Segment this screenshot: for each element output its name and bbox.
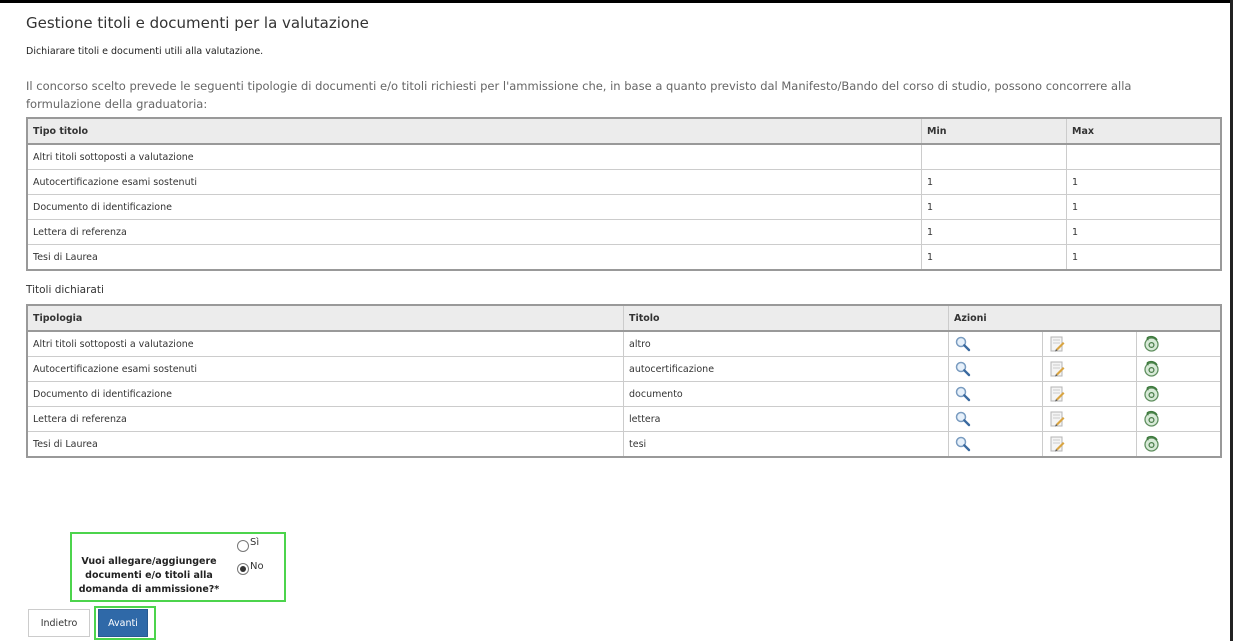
cell-action [1042, 330, 1137, 357]
col-header-min: Min [921, 117, 1067, 145]
cell-titolo: lettera [623, 406, 949, 432]
cell-action [1136, 330, 1222, 357]
cell-action [1042, 381, 1137, 407]
table-row: Autocertificazione esami sostenuti autoce… [26, 356, 1222, 382]
cell-titolo: documento [623, 381, 949, 407]
col-header-tipologia: Tipologia [26, 304, 624, 332]
back-button[interactable]: Indietro [28, 609, 90, 637]
cell-max: 1 [1066, 194, 1222, 220]
attach-question-label: Vuoi allegare/aggiungere documenti e/o t… [78, 556, 220, 595]
view-icon[interactable] [954, 410, 972, 428]
table-row: Lettera di referenza lettera [26, 406, 1222, 432]
cell-max [1066, 143, 1222, 170]
table-row: Tesi di Laurea tesi [26, 431, 1222, 458]
cell-action [1042, 406, 1137, 432]
main-content: Gestione titoli e documenti per la valut… [26, 14, 1222, 458]
delete-icon[interactable] [1142, 435, 1160, 453]
edit-icon[interactable] [1048, 385, 1066, 403]
cell-max: 1 [1066, 169, 1222, 195]
delete-icon[interactable] [1142, 335, 1160, 353]
edit-icon[interactable] [1048, 335, 1066, 353]
view-icon[interactable] [954, 435, 972, 453]
radio-si-label: Sì [250, 537, 260, 548]
cell-tipologia: Documento di identificazione [26, 381, 624, 407]
col-header-max: Max [1066, 117, 1222, 145]
declared-titles-label: Titoli dichiarati [26, 284, 104, 296]
radio-no[interactable] [237, 563, 249, 575]
cell-min: 1 [921, 244, 1067, 271]
cell-action [948, 406, 1043, 432]
required-titles-table: Tipo titolo Min Max Altri titoli sottopo… [26, 117, 1222, 271]
view-icon[interactable] [954, 360, 972, 378]
cell-min [921, 143, 1067, 170]
cell-action [1136, 356, 1222, 382]
col-header-azioni: Azioni [948, 304, 1222, 332]
cell-max: 1 [1066, 219, 1222, 245]
cell-tipologia: Altri titoli sottoposti a valutazione [26, 330, 624, 357]
cell-tipologia: Lettera di referenza [26, 406, 624, 432]
delete-icon[interactable] [1142, 385, 1160, 403]
table-row: Documento di identificazione 1 1 [26, 194, 1222, 220]
cell-tipo: Altri titoli sottoposti a valutazione [26, 143, 922, 170]
intro-text: Il concorso scelto prevede le seguenti t… [26, 79, 1132, 111]
cell-tipo: Documento di identificazione [26, 194, 922, 220]
declared-titles-table: Tipologia Titolo Azioni Altri titoli sot… [26, 304, 1222, 458]
radio-si[interactable] [237, 540, 249, 552]
col-header-titolo: Titolo [623, 304, 949, 332]
cell-titolo: tesi [623, 431, 949, 458]
col-header-tipo-titolo: Tipo titolo [26, 117, 922, 145]
cell-action [1042, 431, 1137, 458]
cell-tipo: Tesi di Laurea [26, 244, 922, 271]
table-header-row: Tipologia Titolo Azioni [26, 304, 1222, 332]
page-subtitle: Dichiarare titoli e documenti utili alla… [26, 46, 264, 57]
cell-min: 1 [921, 169, 1067, 195]
cell-action [1042, 356, 1137, 382]
view-icon[interactable] [954, 335, 972, 353]
cell-titolo: altro [623, 330, 949, 357]
cell-tipologia: Tesi di Laurea [26, 431, 624, 458]
table-header-row: Tipo titolo Min Max [26, 117, 1222, 145]
cell-action [948, 381, 1043, 407]
table-row: Altri titoli sottoposti a valutazione alt… [26, 330, 1222, 357]
cell-action [948, 356, 1043, 382]
cell-action [1136, 431, 1222, 458]
edit-icon[interactable] [1048, 435, 1066, 453]
cell-titolo: autocertificazione [623, 356, 949, 382]
cell-tipo: Lettera di referenza [26, 219, 922, 245]
window-top-border [0, 0, 1233, 3]
view-icon[interactable] [954, 385, 972, 403]
cell-action [948, 431, 1043, 458]
next-button[interactable]: Avanti [98, 609, 148, 637]
table-row: Tesi di Laurea 1 1 [26, 244, 1222, 271]
cell-action [1136, 406, 1222, 432]
table-row: Lettera di referenza 1 1 [26, 219, 1222, 245]
table-row: Autocertificazione esami sostenuti 1 1 [26, 169, 1222, 195]
cell-min: 1 [921, 194, 1067, 220]
table-row: Documento di identificazione documento [26, 381, 1222, 407]
delete-icon[interactable] [1142, 410, 1160, 428]
radio-no-label: No [250, 561, 264, 572]
radio-option-si[interactable]: Sì [237, 537, 260, 552]
cell-action [948, 330, 1043, 357]
cell-tipo: Autocertificazione esami sostenuti [26, 169, 922, 195]
delete-icon[interactable] [1142, 360, 1160, 378]
cell-min: 1 [921, 219, 1067, 245]
table-row: Altri titoli sottoposti a valutazione [26, 143, 1222, 170]
cell-tipologia: Autocertificazione esami sostenuti [26, 356, 624, 382]
cell-action [1136, 381, 1222, 407]
radio-option-no[interactable]: No [237, 561, 264, 575]
edit-icon[interactable] [1048, 360, 1066, 378]
edit-icon[interactable] [1048, 410, 1066, 428]
page-title: Gestione titoli e documenti per la valut… [26, 14, 369, 32]
cell-max: 1 [1066, 244, 1222, 271]
